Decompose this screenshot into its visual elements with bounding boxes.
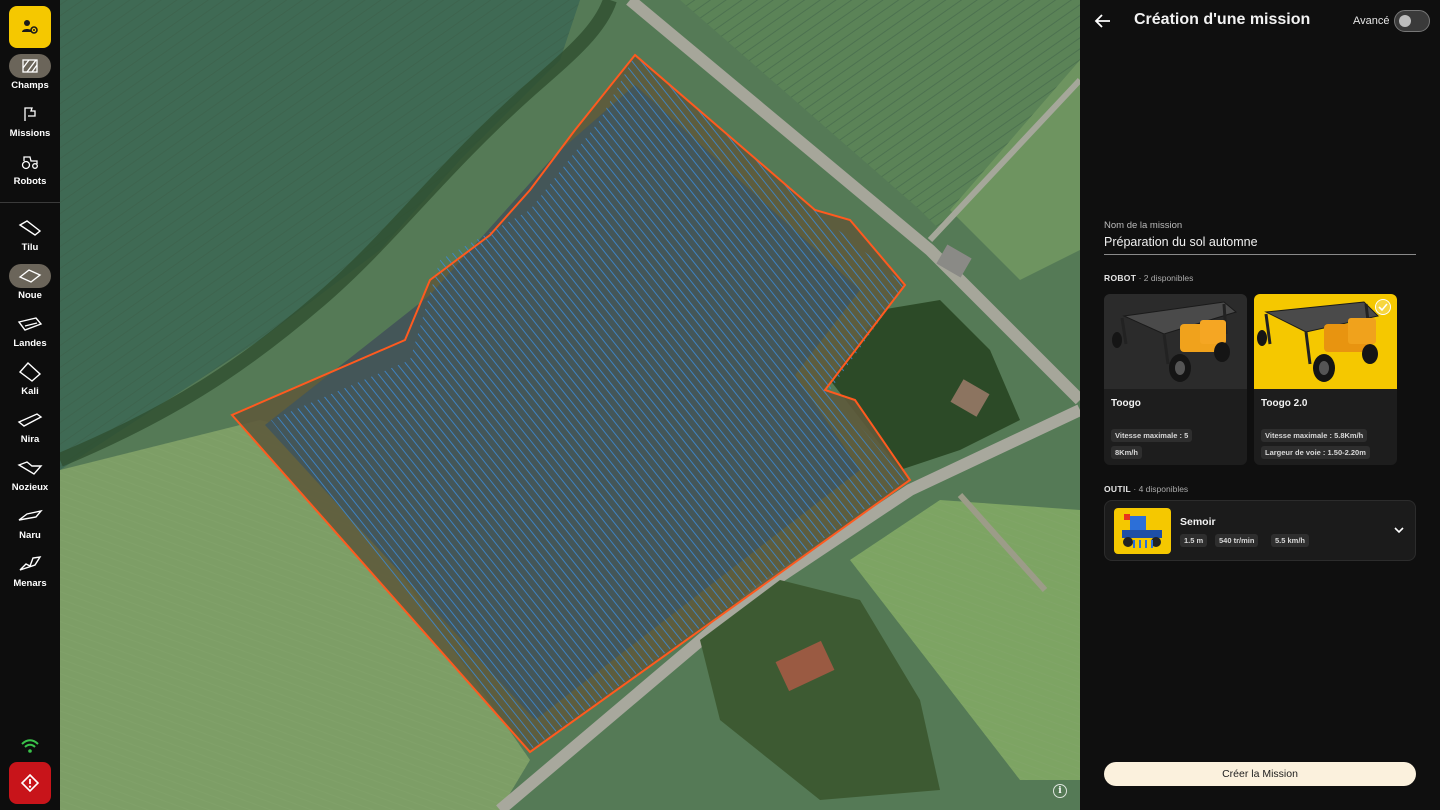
sidebar-item-label: Landes bbox=[13, 338, 47, 349]
mission-name-field[interactable]: Préparation du sol automne bbox=[1104, 235, 1416, 255]
create-mission-button[interactable]: Créer la Mission bbox=[1104, 762, 1416, 786]
parcel-shape-icon bbox=[17, 461, 43, 475]
tool-section-count: · 4 disponibles bbox=[1133, 484, 1189, 494]
map-attribution-info-button[interactable]: i bbox=[1053, 784, 1067, 798]
robot-name: Toogo bbox=[1111, 398, 1141, 409]
satellite-map[interactable]: i bbox=[60, 0, 1080, 810]
parcel-shape-icon bbox=[18, 509, 43, 521]
selected-check-icon bbox=[1375, 299, 1391, 315]
tool-spec-chip: 540 tr/min bbox=[1215, 534, 1259, 547]
seeder-icon bbox=[1122, 514, 1162, 548]
sidebar-item-tilu[interactable]: Tilu bbox=[0, 216, 60, 253]
sidebar-item-kali[interactable]: Kali bbox=[0, 360, 60, 397]
toogo-robot-icon bbox=[1112, 301, 1238, 382]
flag-route-icon bbox=[24, 107, 36, 121]
nav-icon-wrap bbox=[9, 264, 51, 288]
back-arrow-icon[interactable] bbox=[1094, 12, 1112, 30]
tractor-icon bbox=[21, 156, 38, 170]
toggle-knob bbox=[1399, 15, 1411, 27]
page-title: Création d'une mission bbox=[1134, 11, 1311, 28]
farmer-settings-icon bbox=[22, 20, 38, 34]
map-canvas[interactable] bbox=[60, 0, 1080, 810]
sidebar-item-label: Nozieux bbox=[11, 482, 49, 493]
robot-spec-chip: Vitesse maximale : 5 bbox=[1111, 429, 1193, 442]
nav-icon-wrap bbox=[9, 408, 51, 432]
nav-icon-wrap bbox=[9, 552, 51, 576]
tool-spec-chip: 1.5 m bbox=[1180, 534, 1208, 547]
sidebar-item-label: Champs bbox=[11, 80, 49, 91]
wifi-icon bbox=[21, 739, 39, 753]
nav-icon-wrap bbox=[9, 54, 51, 78]
sidebar-item-label: Noue bbox=[18, 290, 42, 301]
robot-section-title: ROBOT bbox=[1104, 273, 1137, 283]
advanced-toggle[interactable] bbox=[1394, 10, 1430, 32]
sidebar-item-landes[interactable]: Landes bbox=[0, 312, 60, 349]
robot-spec-chip: Largeur de voie : 1.50-2.20m bbox=[1261, 446, 1370, 459]
sidebar-item-label: Nira bbox=[20, 434, 40, 445]
tool-spec-chip: 5.5 km/h bbox=[1271, 534, 1310, 547]
mission-name-label: Nom de la mission bbox=[1104, 220, 1183, 231]
robot-image bbox=[1104, 294, 1247, 389]
parcel-shape-icon bbox=[19, 556, 42, 571]
robot-card-toogo[interactable]: Toogo Vitesse maximale : 5 8Km/h bbox=[1104, 294, 1247, 465]
robot-section-count: · 2 disponibles bbox=[1138, 273, 1194, 283]
parcel-shape-icon bbox=[18, 269, 42, 283]
parcel-shape-icon bbox=[17, 317, 43, 331]
sidebar: Champs Missions Robots Tilu Noue Landes … bbox=[0, 0, 60, 810]
sidebar-item-noue[interactable]: Noue bbox=[0, 264, 60, 301]
nav-icon-wrap bbox=[9, 312, 51, 336]
robot-card-toogo-2[interactable]: Toogo 2.0 Vitesse maximale : 5.8Km/h Lar… bbox=[1254, 294, 1397, 465]
sidebar-item-label: Kali bbox=[21, 386, 39, 397]
advanced-toggle-label: Avancé bbox=[1353, 15, 1390, 27]
sidebar-item-label: Robots bbox=[13, 176, 47, 187]
nav-icon-wrap bbox=[9, 150, 51, 174]
nav-icon-wrap bbox=[9, 102, 51, 126]
sidebar-item-missions[interactable]: Missions bbox=[0, 102, 60, 139]
parcel-shape-icon bbox=[18, 220, 42, 236]
sidebar-divider bbox=[0, 202, 60, 203]
robot-spec-chip: Vitesse maximale : 5.8Km/h bbox=[1261, 429, 1368, 442]
robot-name: Toogo 2.0 bbox=[1261, 398, 1308, 409]
nav-icon-wrap bbox=[9, 456, 51, 480]
parcel-shape-icon bbox=[17, 413, 43, 427]
tool-selector[interactable]: Semoir 1.5 m 540 tr/min 5.5 km/h bbox=[1104, 500, 1416, 561]
tool-name: Semoir bbox=[1180, 516, 1216, 528]
sidebar-item-champs[interactable]: Champs bbox=[0, 54, 60, 91]
sidebar-item-robots[interactable]: Robots bbox=[0, 150, 60, 187]
emergency-stop-button[interactable] bbox=[9, 762, 51, 804]
parcel-shape-icon bbox=[18, 362, 42, 382]
mission-panel: Création d'une mission Avancé Nom de la … bbox=[1080, 0, 1440, 810]
chevron-down-icon[interactable] bbox=[1393, 525, 1405, 535]
sidebar-item-label: Menars bbox=[13, 578, 47, 589]
tool-section-header: OUTIL · 4 disponibles bbox=[1104, 484, 1188, 494]
tool-section-title: OUTIL bbox=[1104, 484, 1131, 494]
sidebar-item-nozieux[interactable]: Nozieux bbox=[0, 456, 60, 493]
sidebar-item-label: Naru bbox=[19, 530, 41, 541]
field-hatch-icon bbox=[22, 59, 38, 73]
emergency-stop-icon bbox=[21, 774, 39, 792]
nav-icon-wrap bbox=[9, 216, 51, 240]
user-settings-button[interactable] bbox=[9, 6, 51, 48]
sidebar-item-label: Missions bbox=[9, 128, 51, 139]
robot-spec-chip: 8Km/h bbox=[1111, 446, 1142, 459]
sidebar-item-naru[interactable]: Naru bbox=[0, 504, 60, 541]
tool-image bbox=[1114, 508, 1171, 554]
nav-icon-wrap bbox=[9, 504, 51, 528]
sidebar-item-label: Tilu bbox=[21, 242, 39, 253]
sidebar-item-menars[interactable]: Menars bbox=[0, 552, 60, 589]
app: Champs Missions Robots Tilu Noue Landes … bbox=[0, 0, 1440, 810]
sidebar-item-nira[interactable]: Nira bbox=[0, 408, 60, 445]
robot-section-header: ROBOT · 2 disponibles bbox=[1104, 273, 1193, 283]
nav-icon-wrap bbox=[9, 360, 51, 384]
